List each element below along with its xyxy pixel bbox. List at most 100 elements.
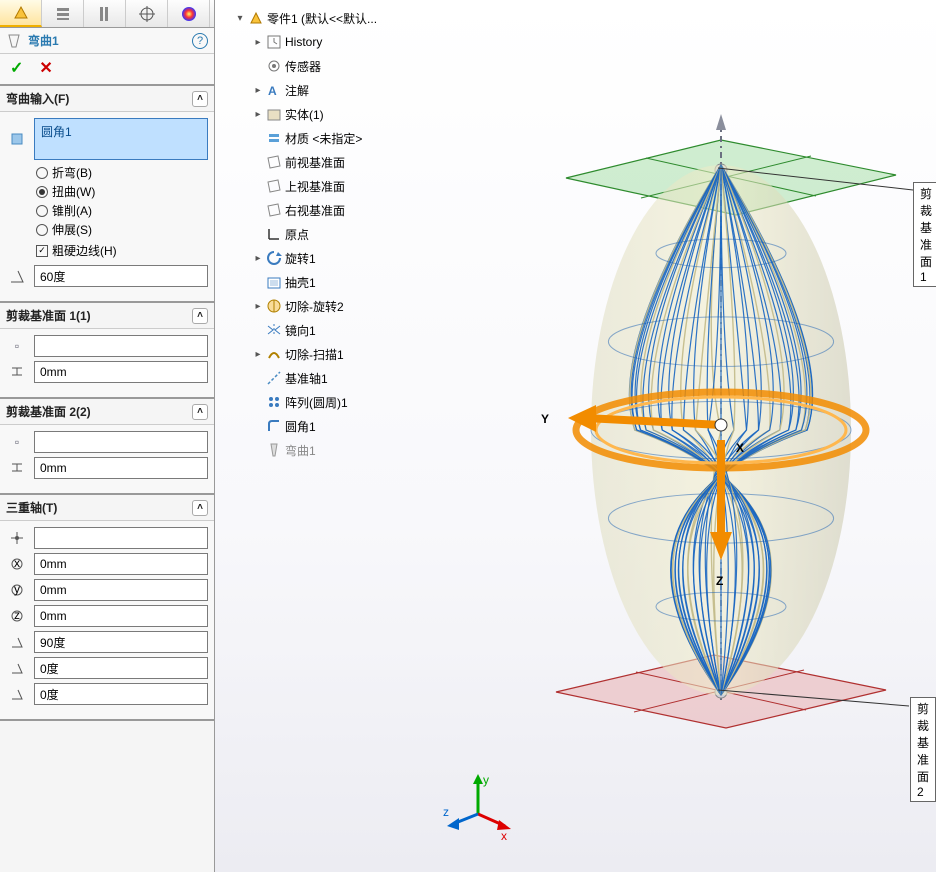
body-selection-icon bbox=[6, 130, 28, 148]
triad-cz[interactable] bbox=[34, 605, 208, 627]
tree-item-icon bbox=[266, 178, 282, 194]
section-flex-input-header[interactable]: 弯曲输入(F) ˄ bbox=[0, 86, 214, 112]
tree-item-label: History bbox=[285, 35, 322, 49]
tree-item-icon bbox=[266, 394, 282, 410]
section-triad-header[interactable]: 三重轴(T) ˄ bbox=[0, 495, 214, 521]
radio-twist[interactable]: 扭曲(W) bbox=[36, 183, 208, 200]
tree-item-label: 圆角1 bbox=[285, 418, 316, 435]
triad-origin[interactable] bbox=[34, 527, 208, 549]
tree-item-icon bbox=[266, 58, 282, 74]
callout-trim2[interactable]: 剪裁基准面 2 bbox=[910, 697, 936, 802]
svg-text:x: x bbox=[501, 829, 507, 843]
cx-icon: x bbox=[6, 556, 28, 572]
radio-cone[interactable]: 锥削(A) bbox=[36, 202, 208, 219]
tree-item-label: 抽壳1 bbox=[285, 274, 316, 291]
radio-stretch[interactable]: 伸展(S) bbox=[36, 221, 208, 238]
cz-icon: z bbox=[6, 608, 28, 624]
plane-select-icon: ▫ bbox=[6, 435, 28, 449]
tree-item-icon bbox=[266, 274, 282, 290]
help-icon[interactable]: ? bbox=[192, 33, 208, 49]
tab-list[interactable] bbox=[42, 0, 84, 27]
tree-item[interactable]: ▸A注解 bbox=[253, 78, 435, 102]
triad-rx[interactable] bbox=[34, 631, 208, 653]
tree-item[interactable]: 基准轴1 bbox=[253, 366, 435, 390]
trim2-selection[interactable] bbox=[34, 431, 208, 453]
tab-dimxpert[interactable] bbox=[126, 0, 168, 27]
list-tab-icon bbox=[54, 5, 72, 23]
tab-config[interactable] bbox=[84, 0, 126, 27]
feature-tree: ▾ 零件1 (默认<<默认... ▸History 传感器 ▸A注解▸实体(1) 材质… bbox=[235, 6, 435, 462]
tree-item-icon bbox=[266, 442, 282, 458]
tree-item[interactable]: ▸实体(1) bbox=[253, 102, 435, 126]
ok-button[interactable]: ✓ bbox=[10, 58, 23, 78]
svg-text:z: z bbox=[14, 608, 20, 622]
tree-item[interactable]: 原点 bbox=[253, 222, 435, 246]
tree-item[interactable]: ▸History bbox=[253, 30, 435, 54]
tab-feature[interactable] bbox=[0, 0, 42, 27]
tree-item-label: 镜向1 bbox=[285, 322, 316, 339]
tree-item-label: 上视基准面 bbox=[285, 178, 345, 195]
tree-item-icon bbox=[266, 34, 282, 50]
tree-item[interactable]: 圆角1 bbox=[253, 414, 435, 438]
tree-item[interactable]: 镜向1 bbox=[253, 318, 435, 342]
tree-item-label: 材质 <未指定> bbox=[285, 130, 362, 147]
angle-input[interactable] bbox=[34, 265, 208, 287]
triad-ry[interactable] bbox=[34, 657, 208, 679]
radio-bend[interactable]: 折弯(B) bbox=[36, 164, 208, 181]
tree-item[interactable]: 右视基准面 bbox=[253, 198, 435, 222]
svg-text:y: y bbox=[483, 774, 489, 787]
chevron-up-icon[interactable]: ˄ bbox=[192, 91, 208, 107]
tree-item-icon bbox=[266, 226, 282, 242]
cancel-button[interactable]: ✕ bbox=[39, 58, 52, 78]
callout-trim1[interactable]: 剪裁基准面 1 bbox=[913, 182, 936, 287]
chevron-up-icon[interactable]: ˄ bbox=[192, 500, 208, 516]
section-trim1-header[interactable]: 剪裁基准面 1(1) ˄ bbox=[0, 303, 214, 329]
section-title: 弯曲输入(F) bbox=[6, 90, 69, 107]
section-trim2-header[interactable]: 剪裁基准面 2(2) ˄ bbox=[0, 399, 214, 425]
tree-item[interactable]: 上视基准面 bbox=[253, 174, 435, 198]
appearance-tab-icon bbox=[180, 5, 198, 23]
tree-item[interactable]: ▸旋转1 bbox=[253, 246, 435, 270]
triad-cy[interactable] bbox=[34, 579, 208, 601]
chevron-up-icon[interactable]: ˄ bbox=[192, 308, 208, 324]
tree-item-label: 传感器 bbox=[285, 58, 321, 75]
tree-item-label: 右视基准面 bbox=[285, 202, 345, 219]
tree-item[interactable]: ▸切除-旋转2 bbox=[253, 294, 435, 318]
part-icon bbox=[248, 10, 264, 26]
view-triad[interactable]: y x z bbox=[443, 774, 513, 844]
tree-item[interactable]: 传感器 bbox=[253, 54, 435, 78]
svg-text:x: x bbox=[14, 556, 20, 570]
tree-item[interactable]: 阵列(圆周)1 bbox=[253, 390, 435, 414]
tree-item-icon bbox=[266, 418, 282, 434]
tree-item-icon bbox=[266, 130, 282, 146]
svg-text:y: y bbox=[14, 582, 20, 596]
trim1-distance[interactable] bbox=[34, 361, 208, 383]
tree-item-icon bbox=[266, 322, 282, 338]
cy-icon: y bbox=[6, 582, 28, 598]
tree-item-icon: A bbox=[266, 82, 282, 98]
svg-text:z: z bbox=[443, 805, 449, 819]
chevron-up-icon[interactable]: ˄ bbox=[192, 404, 208, 420]
tree-item-label: 前视基准面 bbox=[285, 154, 345, 171]
tree-item[interactable]: ▸切除-扫描1 bbox=[253, 342, 435, 366]
feature-tab-icon bbox=[12, 4, 30, 22]
plane-select-icon: ▫ bbox=[6, 339, 28, 353]
distance-icon bbox=[6, 363, 28, 381]
triad-cx[interactable] bbox=[34, 553, 208, 575]
tree-item[interactable]: 抽壳1 bbox=[253, 270, 435, 294]
feature-name: 弯曲1 bbox=[28, 32, 186, 49]
tab-appearance[interactable] bbox=[168, 0, 210, 27]
tree-item[interactable]: 弯曲1 bbox=[253, 438, 435, 462]
triad-rz[interactable] bbox=[34, 683, 208, 705]
trim2-distance[interactable] bbox=[34, 457, 208, 479]
checkbox-hardline[interactable]: ✓粗硬边线(H) bbox=[36, 242, 208, 259]
tree-root[interactable]: ▾ 零件1 (默认<<默认... bbox=[235, 6, 435, 30]
tree-item[interactable]: 前视基准面 bbox=[253, 150, 435, 174]
body-selection-box[interactable]: 圆角1 bbox=[34, 118, 208, 160]
tree-item-icon bbox=[266, 154, 282, 170]
tree-item-label: 原点 bbox=[285, 226, 309, 243]
tree-item[interactable]: 材质 <未指定> bbox=[253, 126, 435, 150]
trim1-selection[interactable] bbox=[34, 335, 208, 357]
viewport[interactable]: ▾ 零件1 (默认<<默认... ▸History 传感器 ▸A注解▸实体(1) 材质… bbox=[215, 0, 936, 872]
tree-item-label: 注解 bbox=[285, 82, 309, 99]
